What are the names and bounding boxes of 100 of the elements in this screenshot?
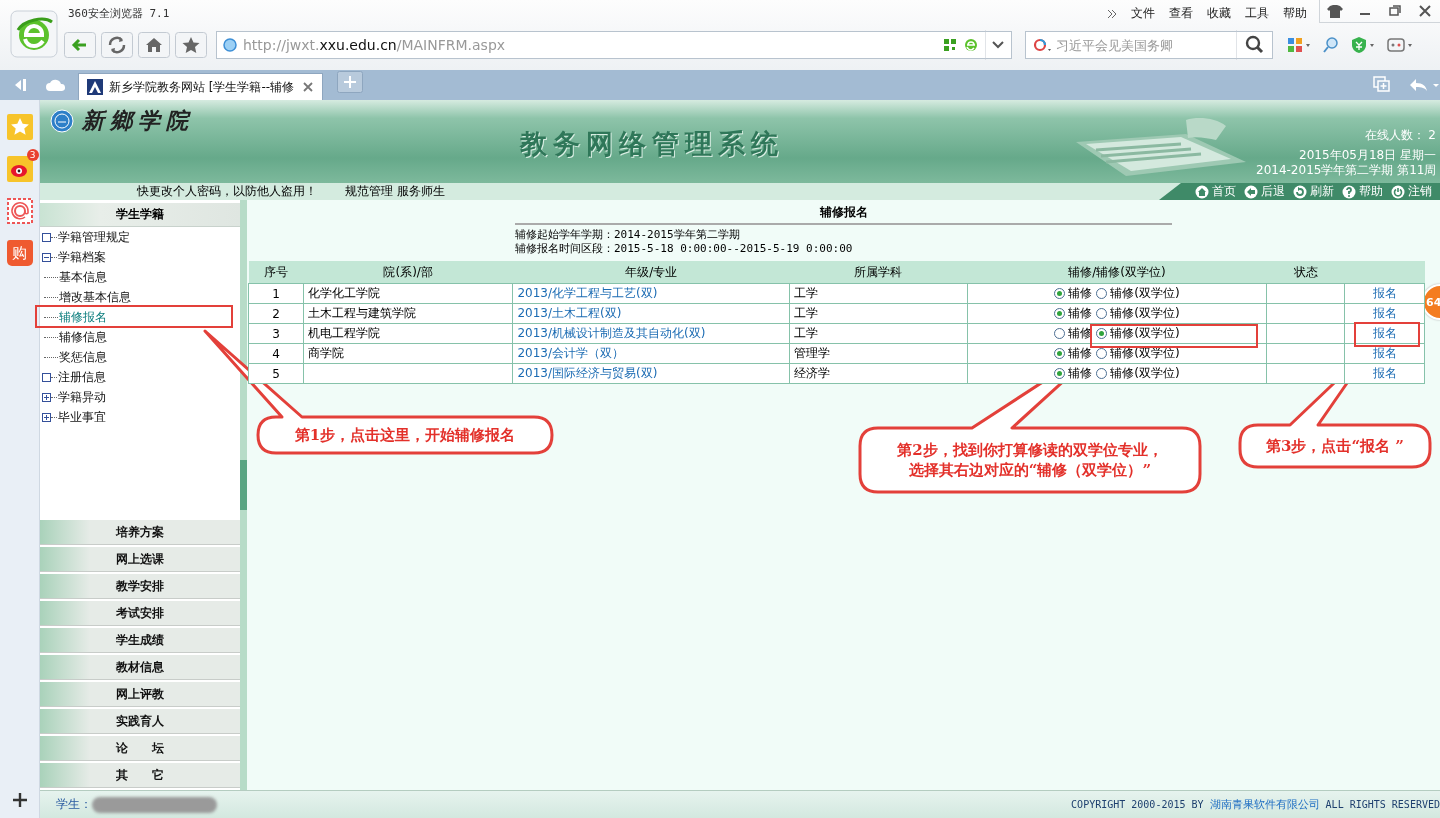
radio-label: 辅修(双学位) — [1110, 326, 1180, 340]
radio-button[interactable] — [1054, 288, 1066, 299]
nav-link[interactable]: 后退 — [1244, 183, 1285, 200]
tree-item[interactable]: 辅修报名 — [59, 308, 107, 326]
menu-section[interactable]: 论 坛 — [40, 736, 240, 761]
tree-item[interactable]: 基本信息 — [59, 268, 107, 286]
collapse-handle[interactable] — [240, 460, 247, 510]
online-count: 在线人数： 2 — [1363, 128, 1436, 143]
term-text: 2014-2015学年第二学期 第11周 — [1256, 163, 1436, 178]
slogan-text: 规范管理 服务师生 — [345, 183, 445, 200]
eye-logo-icon[interactable] — [6, 156, 33, 182]
tree-item[interactable]: 毕业事宜 — [58, 408, 106, 426]
browser-engine-icon[interactable] — [963, 37, 979, 53]
add-icon[interactable] — [11, 792, 28, 808]
nav-link[interactable]: 刷新 — [1293, 183, 1334, 200]
url-text: http://jwxt.xxu.edu.cn/MAINFRM.aspx — [243, 37, 506, 53]
menu-section[interactable]: 网上选课 — [40, 547, 240, 572]
tree-item[interactable]: 注册信息 — [58, 368, 106, 386]
student-label: 学生： — [56, 796, 92, 813]
system-title: 教务网络管理系统 — [520, 127, 784, 161]
menu-item[interactable]: 工具 — [1245, 5, 1269, 22]
table-cell: 1 — [248, 283, 304, 304]
menu-item[interactable]: 文件 — [1131, 5, 1155, 22]
radio-button[interactable] — [1096, 328, 1108, 339]
notice-text: 快更改个人密码，以防他人盗用！ — [137, 183, 317, 200]
menu-section[interactable]: 教学安排 — [40, 574, 240, 599]
radio-label: 辅修 — [1068, 326, 1093, 340]
address-field[interactable]: http://jwxt.xxu.edu.cn/MAINFRM.aspx — [216, 31, 1012, 59]
more-chevron-icon[interactable] — [1107, 8, 1117, 19]
menu-section[interactable]: 培养方案 — [40, 520, 240, 545]
radio-label: 辅修 — [1068, 306, 1093, 320]
search-field[interactable]: 习近平会见美国务卿 — [1025, 31, 1273, 59]
tree-item[interactable]: 奖惩信息 — [59, 348, 107, 366]
radio-button[interactable] — [1096, 368, 1108, 379]
shield-icon[interactable] — [1350, 36, 1376, 54]
favicon-icon — [87, 79, 103, 95]
collapse-icon[interactable] — [42, 252, 51, 262]
column-header: 状态 — [1266, 261, 1345, 284]
expand-icon[interactable] — [42, 412, 51, 422]
radio-button[interactable] — [1054, 328, 1066, 339]
radio-label: 辅修(双学位) — [1110, 306, 1180, 320]
tree-item[interactable]: 学籍异动 — [58, 388, 106, 406]
refresh-icon[interactable] — [101, 32, 133, 58]
radio-button[interactable] — [1096, 288, 1108, 299]
tree-item[interactable]: 学籍管理规定 — [58, 228, 130, 246]
search-input[interactable]: 习近平会见美国务卿 — [1054, 36, 1236, 54]
nav-link[interactable]: 首页 — [1195, 183, 1236, 200]
browser-logo-icon[interactable] — [10, 10, 58, 58]
highlight-frame — [1354, 322, 1420, 347]
browser-tab[interactable]: 新乡学院教务网站 [学生学籍--辅修 — [78, 73, 323, 100]
gamepad-icon[interactable] — [1386, 36, 1414, 54]
menu-item[interactable]: 帮助 — [1283, 5, 1307, 22]
menu-section[interactable]: 网上评教 — [40, 682, 240, 707]
page-title: 辅修报名 — [515, 204, 1172, 225]
table-cell: 5 — [248, 363, 304, 384]
menu-section[interactable]: 学生成绩 — [40, 628, 240, 653]
magnifier-icon[interactable] — [1322, 36, 1340, 54]
radio-button[interactable] — [1096, 348, 1108, 359]
menu-item[interactable]: 收藏 — [1207, 5, 1231, 22]
radio-button[interactable] — [1096, 308, 1108, 319]
callout-text: 第2步，找到你打算修读的双学位专业， 选择其右边对应的“辅修（双学位）” — [896, 440, 1164, 481]
search-engine-icon[interactable] — [1032, 37, 1054, 53]
table-cell: 2 — [248, 303, 304, 324]
school-name: 新鄉学院 — [82, 106, 194, 135]
new-tab-icon[interactable] — [337, 71, 363, 93]
date-text: 2015年05月18日 星期一 — [1298, 148, 1436, 163]
qr-code-icon[interactable] — [943, 38, 957, 52]
menu-section[interactable]: 考试安排 — [40, 601, 240, 626]
callout-text: 第3步，点击“报名 ” — [1265, 436, 1405, 457]
menu-section[interactable]: 其 它 — [40, 763, 240, 788]
expand-icon[interactable] — [42, 392, 51, 402]
column-header: 院(系)/部 — [303, 261, 513, 284]
table-cell: 化学化工学院 — [303, 283, 513, 304]
radio-label: 辅修(双学位) — [1110, 366, 1180, 380]
radio-label: 辅修 — [1068, 346, 1093, 360]
back-icon[interactable] — [64, 32, 96, 58]
tree-item[interactable]: 辅修信息 — [59, 328, 107, 346]
tree-item[interactable]: 增改基本信息 — [59, 288, 131, 306]
school-emblem-icon — [50, 109, 74, 133]
tree-item[interactable]: 学籍档案 — [58, 248, 106, 266]
window-title: 360安全浏览器 7.1 — [68, 6, 170, 21]
nav-link[interactable]: 注销 — [1391, 183, 1432, 200]
radio-button[interactable] — [1054, 308, 1066, 319]
sidebar-header: 学生学籍 — [40, 203, 240, 227]
info-text: 辅修起始学年学期：2014-2015学年第二学期 — [515, 228, 741, 242]
apps-grid-icon[interactable] — [1286, 36, 1312, 54]
count-badge: 3 — [26, 149, 39, 161]
mail-at-icon[interactable] — [6, 198, 33, 224]
radio-label: 辅修(双学位) — [1110, 286, 1180, 300]
radio-button[interactable] — [1054, 348, 1066, 359]
table-cell: 工学 — [789, 283, 968, 304]
menu-item[interactable]: 查看 — [1169, 5, 1193, 22]
close-icon[interactable] — [302, 81, 314, 93]
globe-icon — [223, 38, 237, 52]
copyright-text: COPYRIGHT 2000-2015 BY 湖南青果软件有限公司 ALL RIGHTS RESERVED — [1071, 797, 1440, 812]
home-icon[interactable] — [138, 32, 170, 58]
menu-section[interactable]: 实践育人 — [40, 709, 240, 734]
nav-link[interactable]: 帮助 — [1342, 183, 1383, 200]
menu-section[interactable]: 教材信息 — [40, 655, 240, 680]
radio-button[interactable] — [1054, 368, 1066, 379]
